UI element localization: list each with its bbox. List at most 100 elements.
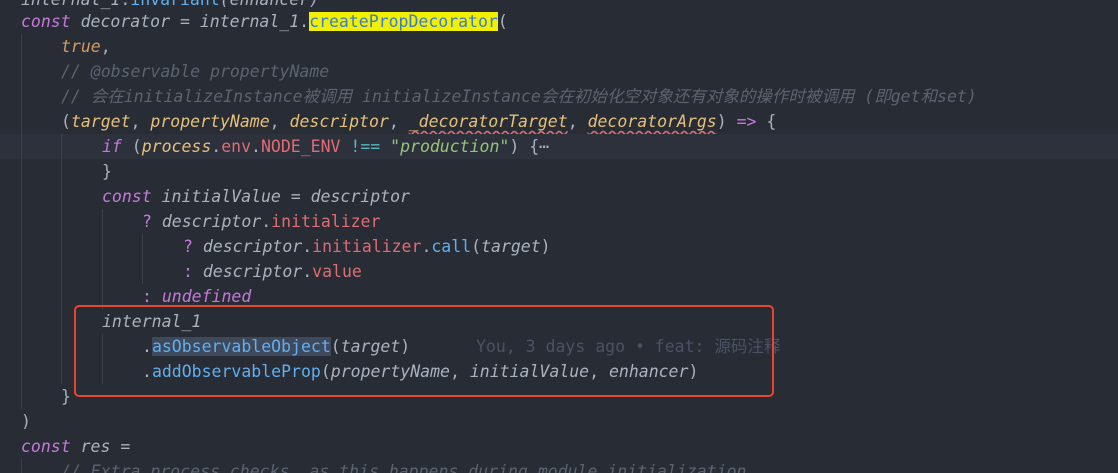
indent-guide xyxy=(21,109,22,134)
code-line: const decorator = internal_1.createPropD… xyxy=(0,9,1118,34)
indent-guide xyxy=(21,384,22,409)
indent-guide xyxy=(21,359,22,384)
punctuation: . xyxy=(302,262,313,281)
identifier: descriptor xyxy=(202,262,303,281)
argument-list: (enhancer) xyxy=(220,0,319,9)
indent-guide xyxy=(21,259,22,284)
code-editor[interactable]: internal_1.invariant(enhancer) const dec… xyxy=(0,0,1118,473)
indent-guide xyxy=(142,234,143,259)
punctuation: . xyxy=(120,0,130,9)
identifier: target xyxy=(481,237,541,256)
code-line: // @observable propertyName xyxy=(0,59,1118,84)
punctuation: . xyxy=(302,237,313,256)
punctuation: . xyxy=(299,12,310,31)
punctuation: . xyxy=(251,137,261,156)
variable-name: initialValue xyxy=(151,187,281,206)
punctuation: ( xyxy=(471,237,482,256)
code-line: (target, propertyName, descriptor, _deco… xyxy=(0,109,1118,134)
boolean-literal: true xyxy=(61,37,101,56)
keyword: if xyxy=(102,137,122,156)
parameter: propertyName xyxy=(150,112,270,131)
code-line: // 会在initializeInstance被调用 initializeIns… xyxy=(0,84,1118,109)
code-line: const res = xyxy=(0,434,1118,459)
indent-guide xyxy=(102,209,103,234)
property: initializer xyxy=(312,237,422,256)
ternary-operator: : xyxy=(142,287,162,306)
indent-guide xyxy=(61,284,62,309)
punctuation: ) xyxy=(716,112,727,131)
indent-guide xyxy=(21,309,22,334)
search-match-highlight[interactable]: createPropDecorator xyxy=(309,12,498,31)
ternary-operator: : xyxy=(183,262,203,281)
variable-name: res xyxy=(70,437,111,456)
indent-guide xyxy=(21,184,22,209)
code-line-current[interactable]: if (process.env.NODE_ENV !== "production… xyxy=(0,134,1118,159)
identifier: internal_1 xyxy=(21,0,120,9)
indent-guide xyxy=(61,234,62,259)
property: env xyxy=(221,137,252,156)
indent-guide xyxy=(61,209,62,234)
code-line: } xyxy=(0,159,1118,184)
identifier: descriptor xyxy=(202,237,303,256)
identifier: process xyxy=(141,137,212,156)
indent-guide xyxy=(21,209,22,234)
arrow-operator: => xyxy=(726,112,767,131)
indent-guide xyxy=(102,234,103,259)
punctuation: , xyxy=(567,112,588,131)
indent-guide xyxy=(61,309,62,334)
parameter-unused-warning[interactable]: _decoratorTarget xyxy=(409,112,568,131)
indent-guide xyxy=(61,359,62,384)
punctuation: . xyxy=(211,137,222,156)
punctuation: { xyxy=(766,112,777,131)
indent-guide xyxy=(102,259,103,284)
indent-guide xyxy=(21,84,22,109)
punctuation: , xyxy=(388,112,409,131)
folded-code-ellipsis[interactable]: ⋯ xyxy=(539,137,549,156)
code-line: // Extra process checks, as this happens… xyxy=(0,459,1118,473)
property: NODE_ENV xyxy=(260,137,341,156)
code-line: ? descriptor.initializer xyxy=(0,209,1118,234)
indent-guide xyxy=(21,34,22,59)
punctuation: ( xyxy=(121,137,142,156)
indent-guide xyxy=(61,184,62,209)
punctuation: , xyxy=(269,112,290,131)
punctuation: ) xyxy=(540,237,551,256)
indent-guide xyxy=(21,284,22,309)
parameter: descriptor xyxy=(289,112,389,131)
code-comment: // @observable propertyName xyxy=(61,62,330,81)
operator: = xyxy=(280,187,311,206)
function-name: call xyxy=(431,237,472,256)
indent-guide xyxy=(21,134,22,159)
keyword: const xyxy=(21,437,71,456)
identifier: descriptor xyxy=(310,187,410,206)
punctuation: , xyxy=(100,37,111,56)
code-line: ? descriptor.initializer.call(target) xyxy=(0,234,1118,259)
operator: = xyxy=(110,437,131,456)
indent-guide xyxy=(61,334,62,359)
indent-guide xyxy=(142,259,143,284)
string-literal: "production" xyxy=(390,137,510,156)
code-comment: // 会在initializeInstance被调用 initializeIns… xyxy=(61,87,977,106)
code-line: true, xyxy=(0,34,1118,59)
function-name: invariant xyxy=(130,0,219,9)
parameter: target xyxy=(70,112,131,131)
parameter-unused-warning[interactable]: decoratorArgs xyxy=(588,112,717,131)
punctuation: ( xyxy=(497,12,508,31)
indent-guide xyxy=(61,159,62,184)
punctuation: } xyxy=(102,162,112,181)
variable-name: decorator xyxy=(70,12,171,31)
punctuation: ) { xyxy=(509,137,540,156)
punctuation: , xyxy=(130,112,151,131)
operator: = xyxy=(170,12,200,31)
indent-guide xyxy=(21,459,22,473)
undefined-literal: undefined xyxy=(161,287,252,306)
annotation-highlight-box xyxy=(74,305,774,397)
code-line: const initialValue = descriptor xyxy=(0,184,1118,209)
indent-guide xyxy=(61,259,62,284)
identifier: descriptor xyxy=(161,212,262,231)
keyword: const xyxy=(102,187,152,206)
punctuation: ) xyxy=(21,412,31,431)
punctuation: . xyxy=(261,212,272,231)
indent-guide xyxy=(61,134,62,159)
identifier: internal_1 xyxy=(199,12,300,31)
